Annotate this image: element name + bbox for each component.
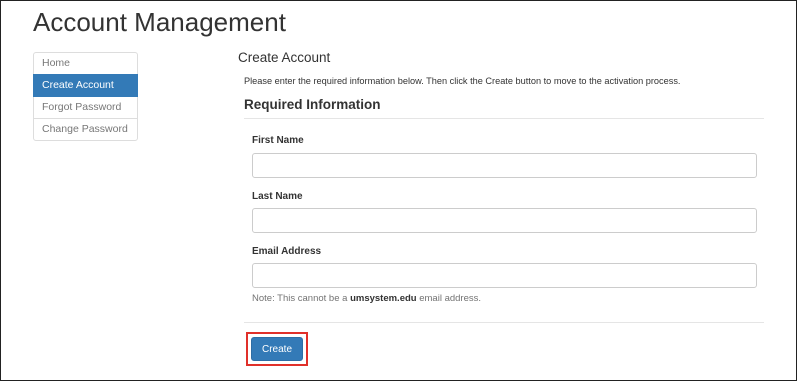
- sidebar-item-create-account[interactable]: Create Account: [33, 74, 138, 97]
- last-name-field[interactable]: [252, 208, 757, 233]
- form-divider: [244, 322, 764, 323]
- panel-title: Create Account: [238, 50, 331, 65]
- page-title: Account Management: [33, 7, 286, 37]
- email-note: Note: This cannot be a umsystem.edu emai…: [252, 293, 481, 304]
- sidebar-item-home[interactable]: Home: [33, 52, 138, 75]
- last-name-label: Last Name: [252, 191, 303, 202]
- email-address-field[interactable]: [252, 263, 757, 288]
- first-name-label: First Name: [252, 135, 304, 146]
- email-note-prefix: Note: This cannot be a: [252, 293, 351, 304]
- app-frame: Account Management Home Create Account F…: [0, 0, 797, 381]
- section-divider: [244, 118, 764, 119]
- email-note-domain: umsystem.edu: [350, 293, 417, 304]
- create-button[interactable]: Create: [251, 337, 303, 361]
- intro-text: Please enter the required information be…: [244, 76, 681, 86]
- sidebar-nav: Home Create Account Forgot Password Chan…: [33, 52, 138, 141]
- section-heading: Required Information: [244, 97, 381, 112]
- sidebar-item-forgot-password[interactable]: Forgot Password: [33, 96, 138, 119]
- email-address-label: Email Address: [252, 246, 322, 257]
- first-name-field[interactable]: [252, 153, 757, 178]
- sidebar-item-change-password[interactable]: Change Password: [33, 118, 138, 141]
- email-note-suffix: email address.: [416, 293, 482, 304]
